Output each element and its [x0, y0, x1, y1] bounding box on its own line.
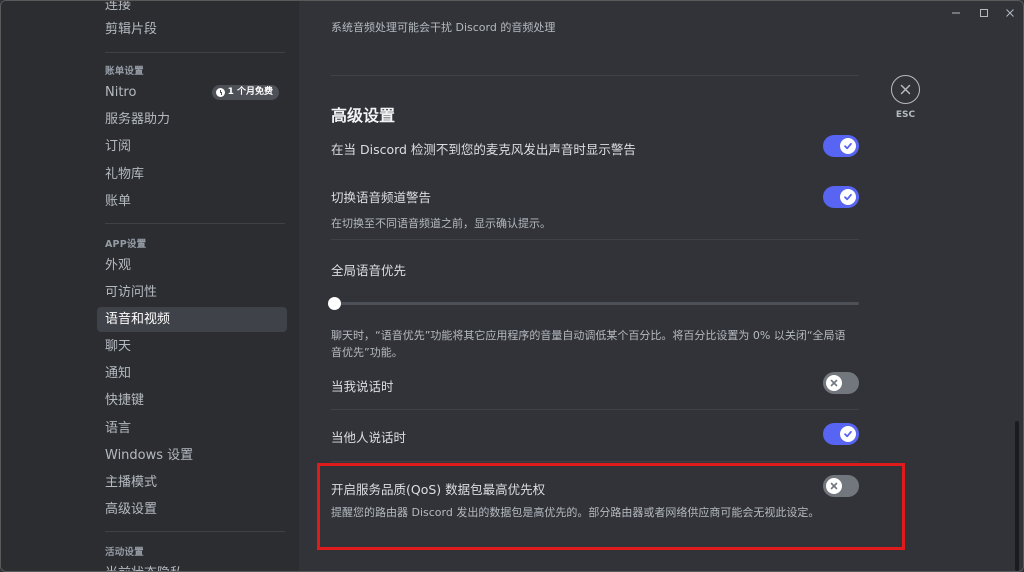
sidebar-item-label: Nitro: [105, 85, 137, 100]
when-i-speak-toggle[interactable]: [823, 372, 859, 394]
section-divider: [331, 409, 859, 410]
toggle-knob: [840, 189, 856, 205]
close-settings-button[interactable]: [891, 75, 920, 104]
sidebar-item-chat[interactable]: 聊天: [97, 334, 287, 359]
setting-title: 当他人说话时: [331, 430, 407, 445]
minimize-button[interactable]: [947, 5, 965, 21]
setting-title: 当我说话时: [331, 379, 394, 394]
sidebar-item-appearance[interactable]: 外观: [97, 253, 287, 278]
badge-label: 1 个月免费: [227, 87, 273, 97]
sidebar-item-advanced[interactable]: 高级设置: [97, 497, 287, 522]
content-scrollbar-thumb[interactable]: [1015, 421, 1019, 571]
sidebar-header-activity: 活动设置: [105, 547, 144, 558]
setting-title: 全局语音优先: [331, 263, 407, 278]
x-icon: [830, 379, 838, 387]
minimize-icon: [952, 12, 960, 14]
when-others-speak-toggle[interactable]: [823, 423, 859, 445]
settings-window: 连接 剪辑片段 账单设置 Nitro 1 个月免费 服务器助力 订阅 礼物库 账…: [0, 0, 1024, 572]
sidebar-item-subscriptions[interactable]: 订阅: [97, 134, 287, 159]
check-icon: [844, 430, 852, 438]
sidebar-header-billing: 账单设置: [105, 66, 144, 77]
nitro-free-badge: 1 个月免费: [211, 85, 279, 100]
echo-cancel-desc: 系统音频处理可能会干扰 Discord 的音频处理: [331, 21, 556, 34]
sidebar-item-server-boost[interactable]: 服务器助力: [97, 107, 287, 132]
maximize-icon: [980, 9, 988, 17]
sidebar-item-billing[interactable]: 账单: [97, 189, 287, 214]
sidebar-item-streamer-mode[interactable]: 主播模式: [97, 470, 287, 495]
setting-desc: 聊天时，“语音优先”功能将其它应用程序的音量自动调低某个百分比。将百分比设置为 …: [331, 329, 846, 342]
setting-title: 切换语音频道警告: [331, 190, 432, 205]
attenuation-slider-thumb[interactable]: [328, 297, 341, 310]
sidebar-item-windows-settings[interactable]: Windows 设置: [97, 443, 287, 468]
sidebar-divider: [105, 223, 285, 224]
channel-switch-warning-toggle[interactable]: [823, 186, 859, 208]
section-divider: [331, 461, 859, 462]
sidebar-item-activity-privacy[interactable]: 当前状态隐私: [97, 561, 287, 571]
check-icon: [844, 142, 852, 150]
maximize-button[interactable]: [975, 5, 993, 21]
sidebar-item-language[interactable]: 语言: [97, 416, 287, 441]
esc-label: ESC: [895, 110, 916, 120]
sidebar-item-voice-video[interactable]: 语音和视频: [97, 307, 287, 332]
sidebar-divider: [105, 531, 285, 532]
qos-highlight-box: [317, 463, 905, 550]
setting-desc: 音优先”功能。: [331, 346, 403, 359]
section-divider: [331, 75, 859, 76]
clock-icon: [215, 88, 225, 97]
sidebar-header-app: APP设置: [105, 239, 147, 250]
setting-desc: 在切换至不同语音频道之前，显示确认提示。: [331, 217, 551, 230]
attenuation-slider-track[interactable]: [333, 302, 859, 305]
section-title: 高级设置: [331, 106, 396, 125]
sidebar-item-notifications[interactable]: 通知: [97, 361, 287, 386]
sidebar-item-gift-inventory[interactable]: 礼物库: [97, 162, 287, 187]
setting-title: 在当 Discord 检测不到您的麦克风发出声音时显示警告: [331, 142, 636, 157]
sidebar-item-connections[interactable]: 连接: [97, 1, 287, 18]
settings-sidebar: 连接 剪辑片段 账单设置 Nitro 1 个月免费 服务器助力 订阅 礼物库 账…: [1, 1, 299, 571]
toggle-knob: [840, 138, 856, 154]
section-divider: [331, 239, 859, 240]
sidebar-item-accessibility[interactable]: 可访问性: [97, 280, 287, 305]
settings-content: 系统音频处理可能会干扰 Discord 的音频处理 高级设置 在当 Discor…: [299, 1, 1023, 571]
mic-warning-toggle[interactable]: [823, 135, 859, 157]
close-icon: [900, 84, 911, 95]
toggle-knob: [840, 426, 856, 442]
toggle-knob: [826, 375, 842, 391]
sidebar-item-nitro[interactable]: Nitro 1 个月免费: [97, 80, 287, 105]
check-icon: [844, 193, 852, 201]
sidebar-item-clips[interactable]: 剪辑片段: [97, 17, 287, 42]
sidebar-item-keybinds[interactable]: 快捷键: [97, 388, 287, 413]
sidebar-divider: [105, 52, 285, 53]
